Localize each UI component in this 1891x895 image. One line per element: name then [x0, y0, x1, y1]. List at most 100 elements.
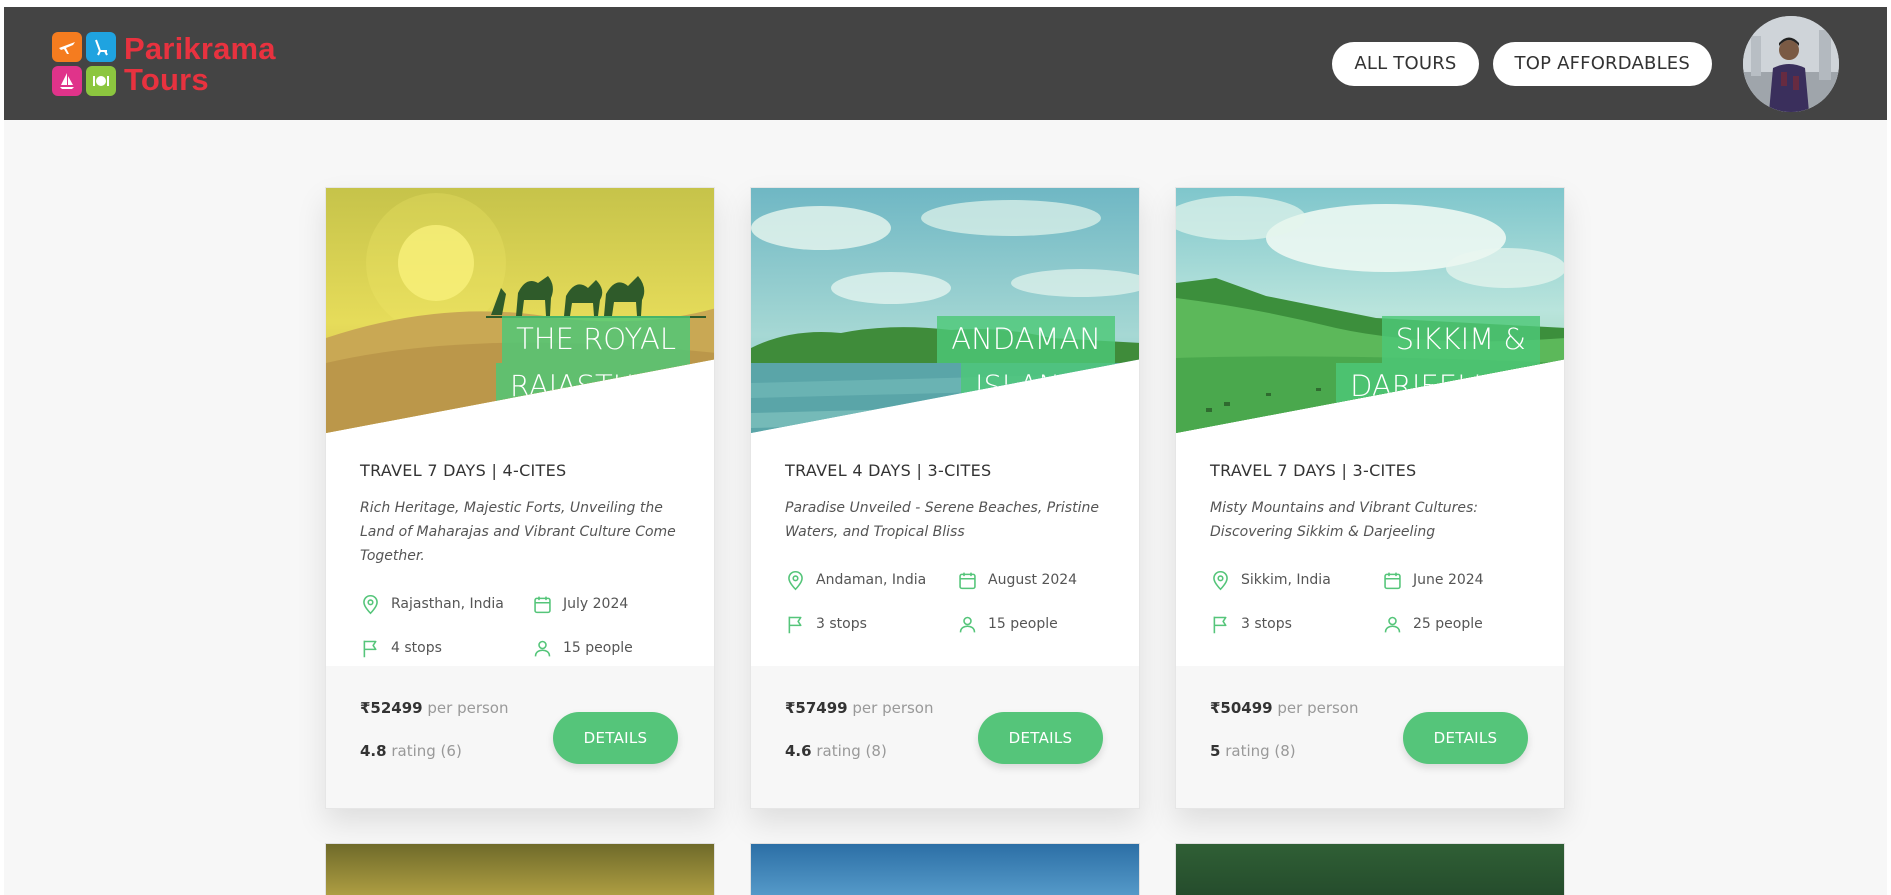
- user-avatar[interactable]: [1743, 15, 1839, 112]
- calendar-icon: [1384, 572, 1401, 589]
- detail-people: 15 people: [532, 636, 702, 660]
- map-pin-icon: [1213, 570, 1228, 590]
- detail-location-text: Rajasthan, India: [391, 596, 504, 612]
- card-description: Rich Heritage, Majestic Forts, Unveiling…: [360, 500, 676, 564]
- detail-people-text: 15 people: [563, 640, 633, 656]
- rating-value: 4.6: [785, 742, 812, 760]
- details-button[interactable]: DETAILS: [978, 712, 1103, 764]
- card-description: Paradise Unveiled - Serene Beaches, Pris…: [785, 500, 1099, 540]
- detail-location-text: Andaman, India: [816, 572, 927, 588]
- brand-line-2: Tours: [124, 61, 209, 97]
- rating-value: 5: [1210, 742, 1221, 760]
- tour-card-peek[interactable]: [1175, 843, 1565, 895]
- plane-icon: [52, 31, 82, 62]
- card-subtitle: TRAVEL 7 DAYS | 4-CITES: [360, 461, 567, 480]
- detail-stops-text: 3 stops: [1241, 616, 1292, 632]
- brand-line-1: Parikrama: [124, 30, 276, 66]
- all-tours-button[interactable]: ALL TOURS: [1332, 41, 1479, 86]
- rating-suffix: rating (8): [1220, 742, 1296, 760]
- price-suffix: per person: [1272, 699, 1359, 717]
- detail-location: Rajasthan, India: [360, 592, 532, 616]
- tour-cards: THE ROYAL RAJASTHAN TRAVEL 7 DAYS | 4-CI…: [325, 187, 1565, 809]
- card-body: TRAVEL 7 DAYS | 3-CITES Misty Mountains …: [1176, 433, 1564, 636]
- details-button[interactable]: DETAILS: [1403, 712, 1528, 764]
- dining-icon: [86, 65, 116, 96]
- card-footer: ₹52499 per person 4.8 rating (6) DETAILS: [326, 666, 714, 808]
- card-title-line-2: DARJEELING: [1336, 363, 1540, 410]
- detail-location: Andaman, India: [785, 568, 957, 592]
- flag-icon: [788, 616, 802, 633]
- detail-location: Sikkim, India: [1210, 568, 1382, 592]
- map-pin-icon: [363, 594, 378, 614]
- detail-stops-text: 4 stops: [391, 640, 442, 656]
- detail-stops: 4 stops: [360, 636, 532, 660]
- detail-date-text: August 2024: [988, 572, 1078, 588]
- card-title-line-2: ISLANDS: [960, 363, 1115, 410]
- main-nav: ALL TOURS TOP AFFORDABLES: [1318, 15, 1839, 112]
- price-suffix: per person: [847, 699, 934, 717]
- card-footer: ₹50499 per person 5 rating (8) DETAILS: [1176, 666, 1564, 808]
- detail-date: July 2024: [532, 592, 702, 616]
- card-title-line-1: THE ROYAL: [502, 316, 690, 363]
- price-value: ₹50499: [1210, 699, 1273, 717]
- price-suffix: per person: [422, 699, 509, 717]
- card-footer: ₹57499 per person 4.6 rating (8) DETAILS: [751, 666, 1139, 808]
- logo-tiles: [52, 31, 116, 96]
- detail-date: August 2024: [957, 568, 1127, 592]
- card-details: Rajasthan, India July 2024 4 stops 15 pe…: [360, 592, 680, 660]
- details-button[interactable]: DETAILS: [553, 712, 678, 764]
- map-pin-icon: [788, 570, 803, 590]
- calendar-icon: [959, 572, 976, 589]
- price-value: ₹52499: [360, 699, 423, 717]
- card-image-rajasthan: THE ROYAL RAJASTHAN: [326, 188, 714, 433]
- detail-people: 25 people: [1382, 612, 1552, 636]
- rating-value: 4.8: [360, 742, 387, 760]
- top-affordables-button[interactable]: TOP AFFORDABLES: [1492, 41, 1712, 86]
- card-title: SIKKIM & DARJEELING: [1336, 316, 1540, 410]
- tour-card-sikkim: SIKKIM & DARJEELING TRAVEL 7 DAYS | 3-CI…: [1175, 187, 1565, 809]
- card-title-line-1: ANDAMAN: [937, 316, 1115, 363]
- user-icon: [959, 616, 976, 632]
- detail-stops: 3 stops: [785, 612, 957, 636]
- detail-date: June 2024: [1382, 568, 1552, 592]
- detail-people-text: 25 people: [1413, 616, 1483, 632]
- user-icon: [534, 640, 551, 656]
- detail-people-text: 15 people: [988, 616, 1058, 632]
- brand-name: Parikrama Tours: [124, 33, 276, 95]
- calendar-icon: [534, 596, 551, 613]
- tour-card-rajasthan: THE ROYAL RAJASTHAN TRAVEL 7 DAYS | 4-CI…: [325, 187, 715, 809]
- tour-card-peek[interactable]: [325, 843, 715, 895]
- card-subtitle: TRAVEL 7 DAYS | 3-CITES: [1210, 461, 1417, 480]
- card-title: ANDAMAN ISLANDS: [937, 316, 1115, 410]
- detail-location-text: Sikkim, India: [1241, 572, 1331, 588]
- detail-stops-text: 3 stops: [816, 616, 867, 632]
- rating-suffix: rating (6): [386, 742, 462, 760]
- card-subtitle: TRAVEL 4 DAYS | 3-CITES: [785, 461, 992, 480]
- card-image-sikkim: SIKKIM & DARJEELING: [1176, 188, 1564, 433]
- rating-suffix: rating (8): [811, 742, 887, 760]
- card-details: Sikkim, India June 2024 3 stops 25 peopl…: [1210, 568, 1530, 636]
- tour-card-peek[interactable]: [750, 843, 1140, 895]
- tour-card-andaman: ANDAMAN ISLANDS TRAVEL 4 DAYS | 3-CITES …: [750, 187, 1140, 809]
- card-title-line-1: SIKKIM &: [1381, 316, 1540, 363]
- detail-date-text: July 2024: [563, 596, 629, 612]
- flag-icon: [1213, 616, 1227, 633]
- user-icon: [1384, 616, 1401, 632]
- price-value: ₹57499: [785, 699, 848, 717]
- card-title-line-2: RAJASTHAN: [495, 363, 690, 410]
- card-details: Andaman, India August 2024 3 stops 15 pe…: [785, 568, 1105, 636]
- card-body: TRAVEL 7 DAYS | 4-CITES Rich Heritage, M…: [326, 433, 714, 660]
- logo[interactable]: Parikrama Tours: [52, 31, 276, 96]
- card-description: Misty Mountains and Vibrant Cultures: Di…: [1210, 500, 1479, 540]
- detail-people: 15 people: [957, 612, 1127, 636]
- detail-date-text: June 2024: [1413, 572, 1484, 588]
- card-title: THE ROYAL RAJASTHAN: [495, 316, 690, 410]
- detail-stops: 3 stops: [1210, 612, 1382, 636]
- page: Parikrama Tours ALL TOURS TOP AFFORDABLE…: [4, 7, 1887, 895]
- sailboat-icon: [52, 65, 82, 96]
- card-body: TRAVEL 4 DAYS | 3-CITES Paradise Unveile…: [751, 433, 1139, 636]
- beach-chair-icon: [86, 31, 116, 62]
- site-header: Parikrama Tours ALL TOURS TOP AFFORDABLE…: [4, 7, 1887, 120]
- flag-icon: [363, 640, 377, 657]
- card-image-andaman: ANDAMAN ISLANDS: [751, 188, 1139, 433]
